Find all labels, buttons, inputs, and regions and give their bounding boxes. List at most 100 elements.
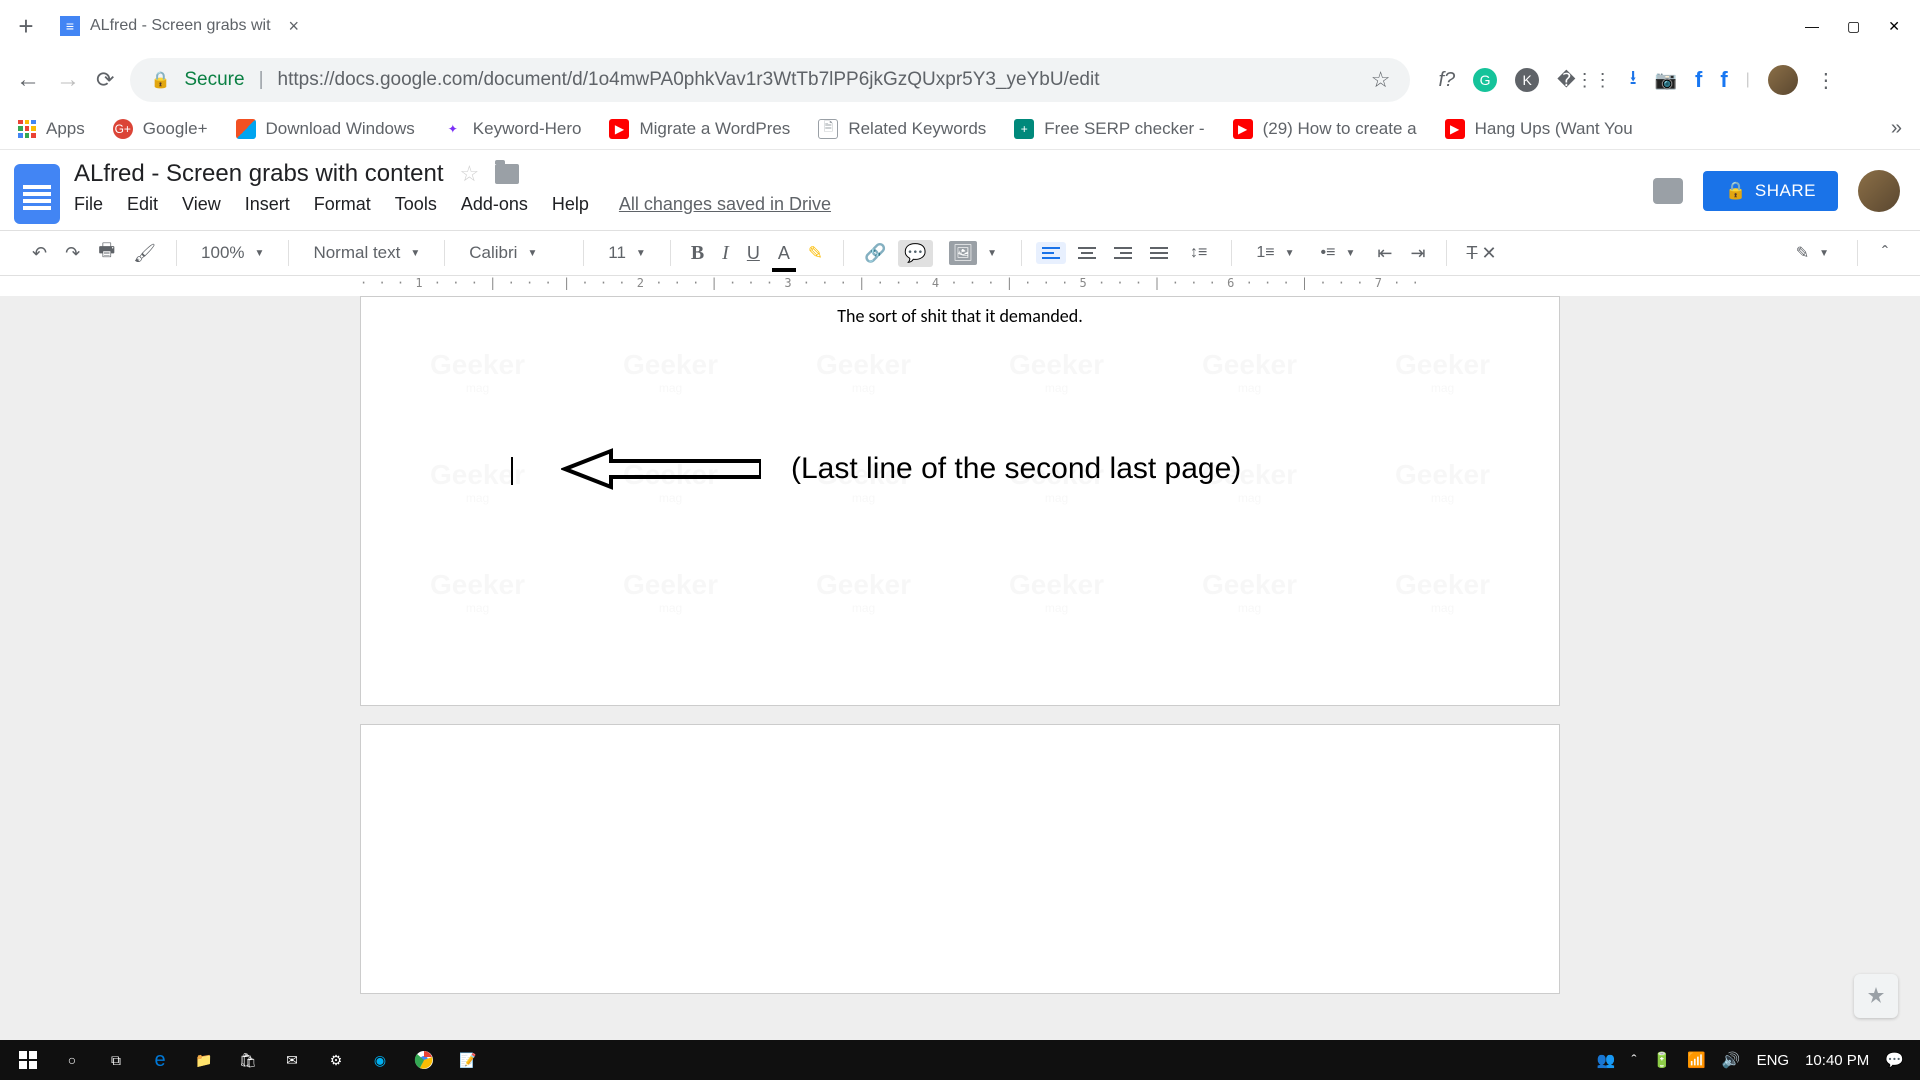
docs-logo-icon[interactable] — [14, 164, 60, 224]
paint-format-button[interactable]: 🖌 — [127, 239, 162, 268]
collapse-toolbar-icon[interactable]: ˆ — [1876, 239, 1894, 268]
bookmark-item[interactable]: Download Windows — [236, 119, 415, 139]
numbered-list-button[interactable]: 1≡▼ — [1246, 240, 1304, 266]
editing-mode-button[interactable]: ✎▼ — [1786, 239, 1839, 267]
italic-button[interactable]: I — [716, 238, 735, 269]
document-canvas[interactable]: GeekermagGeekermagGeekermagGeekermagGeek… — [0, 296, 1920, 1040]
menu-help[interactable]: Help — [552, 194, 589, 215]
bookmark-item[interactable]: ▶(29) How to create a — [1233, 119, 1417, 139]
font-ext-icon[interactable]: f? — [1438, 69, 1455, 92]
task-view-button[interactable]: ⧉ — [94, 1040, 138, 1080]
menu-addons[interactable]: Add-ons — [461, 194, 528, 215]
star-document-icon[interactable]: ☆ — [460, 161, 480, 187]
document-title[interactable]: ALfred - Screen grabs with content — [74, 160, 444, 188]
chrome-icon[interactable] — [402, 1040, 446, 1080]
highlight-button[interactable]: ✎ — [802, 239, 829, 268]
bookmark-star-icon[interactable]: ☆ — [1371, 67, 1391, 93]
edge-icon[interactable]: e — [138, 1040, 182, 1080]
menu-tools[interactable]: Tools — [395, 194, 437, 215]
clock[interactable]: 10:40 PM — [1805, 1052, 1869, 1069]
print-button[interactable]: 🖶 — [92, 234, 121, 272]
cortana-button[interactable]: ○ — [50, 1040, 94, 1080]
new-tab-button[interactable]: + — [12, 12, 40, 40]
align-right-button[interactable] — [1108, 242, 1138, 264]
tray-chevron-icon[interactable]: ˆ — [1632, 1052, 1637, 1069]
comments-icon[interactable] — [1653, 178, 1683, 204]
reload-button[interactable]: ⟳ — [96, 67, 114, 93]
save-status[interactable]: All changes saved in Drive — [619, 194, 831, 215]
store-icon[interactable]: 🛍 — [226, 1040, 270, 1080]
account-avatar[interactable] — [1858, 170, 1900, 212]
menu-format[interactable]: Format — [314, 194, 371, 215]
minimize-icon[interactable]: — — [1805, 18, 1819, 35]
ruler[interactable]: · · · 1 · · · | · · · | · · · 2 · · · | … — [0, 276, 1920, 296]
redo-button[interactable]: ↷ — [59, 239, 86, 268]
apps-button[interactable]: Apps — [18, 119, 85, 139]
decrease-indent-button[interactable]: ⇤ — [1371, 239, 1398, 268]
style-dropdown[interactable]: Normal text▼ — [303, 239, 430, 267]
bookmarks-overflow-icon[interactable]: » — [1891, 117, 1902, 140]
align-justify-button[interactable] — [1144, 242, 1174, 264]
bulleted-list-button[interactable]: •≡▼ — [1311, 240, 1366, 266]
bookmark-item[interactable]: 🗎Related Keywords — [818, 119, 986, 139]
zoom-dropdown[interactable]: 100%▼ — [191, 239, 274, 267]
maximize-icon[interactable]: ▢ — [1847, 18, 1860, 35]
browser-tab[interactable]: ≡ ALfred - Screen grabs wit × — [48, 8, 311, 45]
close-tab-icon[interactable]: × — [289, 16, 300, 37]
back-button[interactable]: ← — [16, 66, 40, 94]
grammarly-icon[interactable]: G — [1473, 68, 1497, 92]
undo-button[interactable]: ↶ — [26, 239, 53, 268]
language-indicator[interactable]: ENG — [1757, 1052, 1790, 1069]
bookmark-item[interactable]: ▶Hang Ups (Want You — [1445, 119, 1633, 139]
bookmark-item[interactable]: ▶Migrate a WordPres — [609, 119, 790, 139]
text-color-button[interactable]: A — [772, 239, 796, 268]
volume-icon[interactable]: 🔊 — [1722, 1051, 1741, 1069]
skype-icon[interactable]: ◉ — [358, 1040, 402, 1080]
comment-button[interactable]: 💬 — [898, 240, 932, 267]
menu-view[interactable]: View — [182, 194, 221, 215]
link-button[interactable]: 🔗 — [858, 239, 892, 268]
menu-insert[interactable]: Insert — [245, 194, 290, 215]
mail-icon[interactable]: ✉ — [270, 1040, 314, 1080]
browser-menu-icon[interactable]: ⋮ — [1816, 68, 1836, 93]
forward-button[interactable]: → — [56, 66, 80, 94]
menu-edit[interactable]: Edit — [127, 194, 158, 215]
address-bar[interactable]: 🔒 Secure | https://docs.google.com/docum… — [130, 58, 1410, 102]
file-explorer-icon[interactable]: 📁 — [182, 1040, 226, 1080]
image-button[interactable]: 🖼▼ — [939, 237, 1007, 269]
save-ext-icon[interactable]: ⭳ — [1630, 63, 1637, 97]
document-page[interactable] — [360, 724, 1560, 994]
facebook-icon[interactable]: f — [1695, 67, 1702, 93]
bookmark-item[interactable]: G+Google+ — [113, 119, 208, 139]
wifi-icon[interactable]: 📶 — [1687, 1051, 1706, 1069]
align-center-button[interactable] — [1072, 242, 1102, 264]
document-text-line[interactable]: The sort of shit that it demanded. — [361, 305, 1559, 327]
underline-button[interactable]: U — [741, 239, 766, 268]
align-left-button[interactable] — [1036, 242, 1066, 264]
people-icon[interactable]: 👥 — [1597, 1051, 1616, 1069]
bookmark-item[interactable]: +Free SERP checker - — [1014, 119, 1204, 139]
close-window-icon[interactable]: ✕ — [1888, 18, 1900, 35]
font-dropdown[interactable]: Calibri▼ — [459, 239, 569, 267]
camera-ext-icon[interactable]: 📷 — [1655, 70, 1677, 91]
notifications-icon[interactable]: 💬 — [1885, 1051, 1904, 1069]
profile-avatar[interactable] — [1768, 65, 1798, 95]
explore-button[interactable] — [1854, 974, 1898, 1018]
document-page[interactable]: GeekermagGeekermagGeekermagGeekermagGeek… — [360, 296, 1560, 706]
battery-icon[interactable]: 🔋 — [1653, 1051, 1672, 1069]
grid-ext-icon[interactable]: �⋮⋮ — [1557, 70, 1611, 91]
line-spacing-button[interactable]: ↕≡ — [1180, 240, 1217, 266]
bookmark-item[interactable]: ✦Keyword-Hero — [443, 119, 582, 139]
notepad-icon[interactable]: 📝 — [446, 1040, 490, 1080]
share-button[interactable]: 🔒 SHARE — [1703, 171, 1838, 211]
settings-icon[interactable]: ⚙ — [314, 1040, 358, 1080]
k-ext-icon[interactable]: K — [1515, 68, 1539, 92]
clear-formatting-button[interactable]: T✕ — [1461, 239, 1503, 268]
increase-indent-button[interactable]: ⇥ — [1404, 239, 1431, 268]
menu-file[interactable]: File — [74, 194, 103, 215]
bold-button[interactable]: B — [685, 238, 710, 269]
move-folder-icon[interactable] — [495, 164, 519, 184]
fontsize-dropdown[interactable]: 11▼ — [598, 239, 656, 267]
facebook-icon-2[interactable]: f — [1720, 67, 1727, 93]
start-button[interactable] — [6, 1040, 50, 1080]
